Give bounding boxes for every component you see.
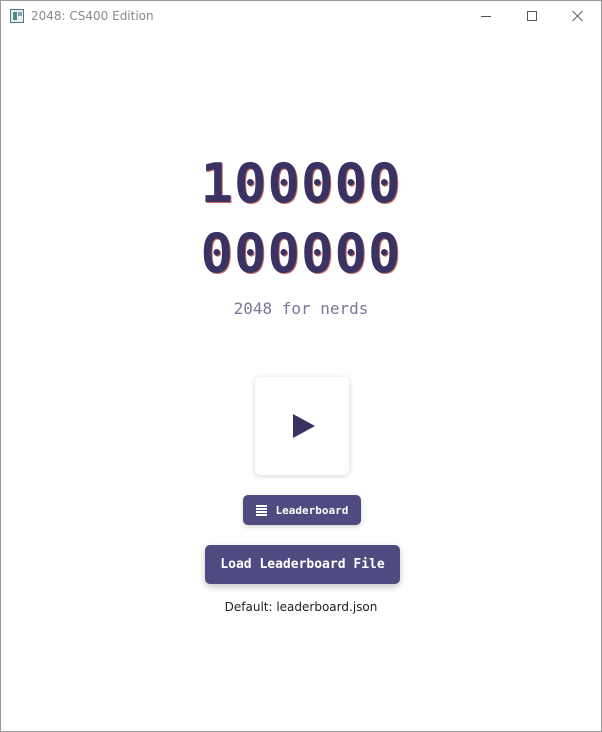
game-title-line-2: 000000 bbox=[200, 222, 402, 285]
load-leaderboard-file-button[interactable]: Load Leaderboard File bbox=[205, 545, 400, 584]
app-window-icon bbox=[10, 9, 24, 23]
close-icon bbox=[572, 10, 584, 22]
game-subtitle: 2048 for nerds bbox=[233, 299, 369, 318]
load-leaderboard-file-label: Load Leaderboard File bbox=[220, 557, 385, 572]
list-icon bbox=[255, 505, 267, 516]
minimize-button[interactable] bbox=[463, 1, 509, 31]
play-button[interactable] bbox=[255, 377, 349, 475]
close-button[interactable] bbox=[555, 1, 601, 31]
app-window: 2048: CS400 Edition 100000 000000 2048 f… bbox=[0, 0, 602, 732]
window-title: 2048: CS400 Edition bbox=[31, 9, 154, 23]
game-title: 100000 000000 bbox=[1, 149, 601, 289]
default-file-note: Default: leaderboard.json bbox=[224, 600, 378, 614]
title-bar[interactable]: 2048: CS400 Edition bbox=[1, 1, 601, 31]
main-menu: 100000 000000 2048 for nerds Leaderboard… bbox=[1, 31, 601, 731]
leaderboard-button-label: Leaderboard bbox=[275, 503, 349, 517]
maximize-icon bbox=[527, 11, 537, 21]
leaderboard-button[interactable]: Leaderboard bbox=[243, 495, 361, 525]
play-icon bbox=[293, 414, 315, 438]
minimize-icon bbox=[481, 15, 491, 17]
game-title-line-1: 100000 bbox=[200, 152, 402, 215]
maximize-button[interactable] bbox=[509, 1, 555, 31]
